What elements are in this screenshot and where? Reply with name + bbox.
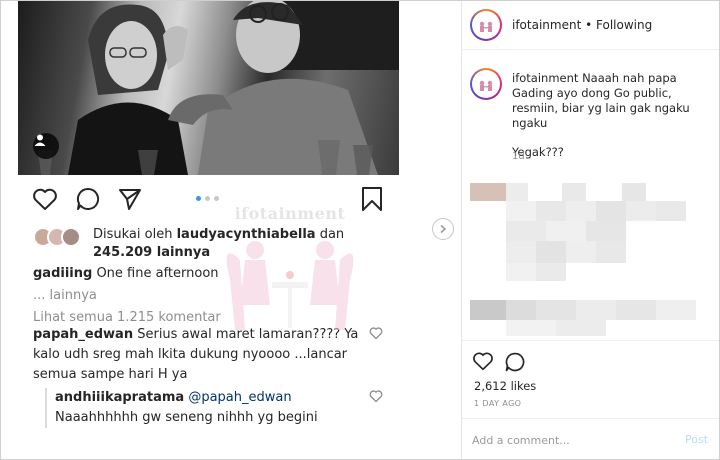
like-button[interactable] <box>31 185 59 213</box>
caption-text: One fine afternoon <box>96 266 219 281</box>
account-avatar[interactable] <box>470 9 502 41</box>
blurred-block <box>616 300 656 320</box>
carousel-dot <box>214 196 219 201</box>
photo-illustration <box>38 0 399 175</box>
liked-by-text: Disukai oleh laudyacynthiabella dan 245.… <box>93 226 373 262</box>
blurred-block <box>470 300 506 320</box>
blurred-block <box>536 201 566 221</box>
blurred-block <box>506 241 536 263</box>
share-button[interactable] <box>116 185 144 213</box>
likes-count[interactable]: 2,612 likes <box>474 379 536 393</box>
comment-icon <box>505 352 525 372</box>
post-photo[interactable] <box>18 0 399 175</box>
comment-reply: andhiiikapratama @papah_edwan Naaahhhhhh… <box>45 388 375 428</box>
blurred-block <box>506 183 528 201</box>
heart-icon <box>33 188 57 210</box>
post-time-ago[interactable]: 1 DAY AGO <box>474 399 521 408</box>
post-caption: gadiiing One fine afternoon ... lainnya … <box>33 263 373 329</box>
share-icon <box>119 189 141 210</box>
account-logo-icon <box>472 11 500 39</box>
comment-like-heart-icon[interactable] <box>369 326 383 340</box>
likes-others-link[interactable]: 245.209 lainnya <box>93 245 210 260</box>
desktop-post-panel: ifotainment • Following ifotainment Naaa… <box>462 0 720 460</box>
blurred-block <box>536 300 576 320</box>
blurred-block <box>596 241 626 263</box>
blurred-block <box>506 300 536 320</box>
logo-mark-icon <box>479 80 493 91</box>
blurred-block <box>536 263 566 281</box>
blurred-block <box>562 183 586 201</box>
add-comment-bar: Post <box>462 418 720 460</box>
account-username-link[interactable]: ifotainment <box>512 18 581 32</box>
user-tag-button[interactable] <box>33 133 59 159</box>
blurred-block <box>626 201 656 221</box>
blurred-block <box>470 183 506 201</box>
blurred-block <box>622 183 646 201</box>
following-button[interactable]: Following <box>596 18 652 32</box>
blurred-block <box>566 241 596 263</box>
liked-by-prefix: Disukai oleh <box>93 227 173 242</box>
comment-item: papah_edwan Serius awal maret lamaran???… <box>33 325 373 385</box>
post-header: ifotainment • Following <box>462 0 720 50</box>
logo-mark-icon <box>479 21 493 32</box>
blurred-block <box>506 201 536 221</box>
blurred-block <box>566 201 596 221</box>
add-comment-input[interactable] <box>472 429 672 451</box>
blurred-block <box>506 263 536 281</box>
caption-timestamp[interactable]: 1d <box>512 151 525 162</box>
blurred-block <box>586 221 626 241</box>
mobile-post-screenshot: Disukai oleh laudyacynthiabella dan 245.… <box>0 0 462 460</box>
comment-button[interactable] <box>74 185 102 213</box>
comment-username-link[interactable]: papah_edwan <box>33 327 133 342</box>
heart-icon <box>473 352 493 371</box>
avatar <box>61 227 81 247</box>
caption-body: ifotainment Naaah nah papa Gading ayo do… <box>512 71 712 160</box>
caption-logo-icon <box>472 70 500 98</box>
reply-text: Naaahhhhhh gw seneng nihhh yg begini <box>55 410 318 425</box>
panel-like-button[interactable] <box>472 351 494 373</box>
user-icon <box>34 134 46 146</box>
liked-by-user-link[interactable]: laudyacynthiabella <box>177 227 316 242</box>
carousel-dot <box>196 196 201 201</box>
carousel-dot <box>205 196 210 201</box>
caption-more-link[interactable]: ... lainnya <box>33 285 373 307</box>
caption-section: ifotainment Naaah nah papa Gading ayo do… <box>462 60 720 170</box>
carousel-indicator <box>196 196 219 201</box>
bookmark-icon <box>362 187 382 211</box>
post-comment-button[interactable]: Post <box>685 433 708 446</box>
blurred-block <box>506 221 546 241</box>
next-post-button[interactable] <box>432 218 454 240</box>
liked-by-row: Disukai oleh laudyacynthiabella dan 245.… <box>33 226 373 260</box>
caption-extra-text: Yegak??? <box>512 145 564 159</box>
blurred-block <box>576 300 616 320</box>
blurred-block <box>596 201 626 221</box>
header-separator: • <box>585 18 593 32</box>
blurred-block <box>546 221 586 241</box>
reply-username-link[interactable]: andhiiikapratama <box>55 390 184 405</box>
reply-like-heart-icon[interactable] <box>369 389 383 403</box>
chevron-right-icon <box>440 224 447 234</box>
panel-action-section: 2,612 likes 1 DAY AGO <box>462 340 720 420</box>
caption-avatar[interactable] <box>470 68 502 100</box>
liker-avatars <box>33 227 89 247</box>
blurred-block <box>656 201 686 221</box>
blurred-block <box>536 241 566 263</box>
blurred-block <box>656 300 696 320</box>
blurred-block <box>506 320 556 336</box>
panel-comment-button[interactable] <box>504 351 526 373</box>
comment-icon <box>76 187 100 210</box>
caption-author-link[interactable]: ifotainment <box>512 71 578 85</box>
caption-username-link[interactable]: gadiiing <box>33 266 92 281</box>
liked-by-and: dan <box>319 227 345 242</box>
header-text: ifotainment • Following <box>512 17 652 33</box>
post-action-bar <box>18 182 399 216</box>
save-button[interactable] <box>358 185 386 213</box>
blurred-block <box>556 320 606 336</box>
reply-mention-link[interactable]: @papah_edwan <box>188 390 291 405</box>
